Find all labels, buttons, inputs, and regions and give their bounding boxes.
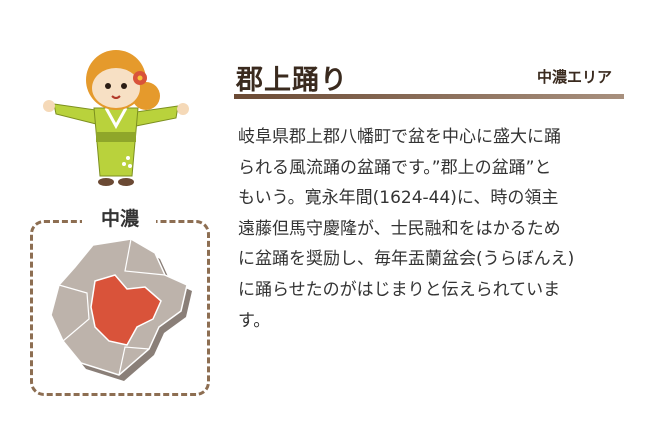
description-line: 遠藤但馬守慶隆が、士民融和をはかるため [238, 218, 561, 239]
description-line: す。 [238, 310, 271, 331]
region-map-frame [30, 220, 210, 396]
area-label: 中濃エリア [536, 68, 612, 86]
page-title: 郡上踊り [236, 65, 348, 96]
mascot-girl-icon [43, 50, 189, 186]
region-label: 中濃 [100, 208, 139, 230]
description-line: られる風流踊の盆踊です。”郡上の盆踊”と [238, 157, 552, 178]
description-line: に踊らせたのがはじまりと伝えられていま [238, 279, 561, 300]
description-line: に盆踊を奨励し、毎年盂蘭盆会(うらぼんえ) [238, 249, 575, 270]
gifu-map-icon [50, 238, 192, 381]
description-line: もいう。寛永年間(1624‐44)に、時の領主 [238, 188, 559, 209]
description-line: 岐阜県郡上郡八幡町で盆を中心に盛大に踊 [238, 127, 561, 147]
title-underline [234, 94, 624, 99]
description: 岐阜県郡上郡八幡町で盆を中心に盛大に踊 られる風流踊の盆踊です。”郡上の盆踊”と… [238, 122, 630, 336]
